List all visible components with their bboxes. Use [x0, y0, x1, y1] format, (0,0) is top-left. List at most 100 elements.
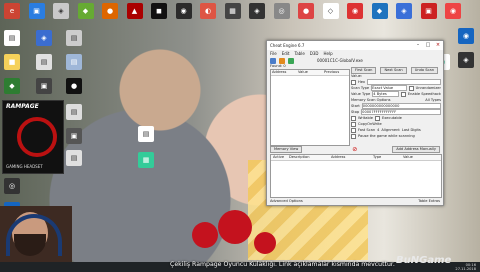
close-button[interactable]: ×: [433, 41, 443, 50]
app-icon[interactable]: ◈: [53, 3, 69, 19]
memory-view-button[interactable]: Memory View: [270, 146, 303, 153]
document-icon[interactable]: ▤: [66, 104, 82, 120]
found-count: Found: 0: [270, 64, 286, 68]
app-icon[interactable]: ●: [102, 3, 118, 19]
menu-help[interactable]: Help: [324, 51, 333, 56]
maximize-button[interactable]: □: [423, 41, 433, 50]
app-icon[interactable]: ◉: [175, 3, 192, 19]
undo-scan-button[interactable]: Undo Scan: [410, 66, 438, 74]
first-scan-button[interactable]: First Scan: [351, 66, 377, 74]
menu-edit[interactable]: Edit: [282, 51, 290, 56]
app-icon[interactable]: ▣: [28, 3, 45, 19]
system-tray-clock[interactable]: 00:16 27.11.2018: [455, 263, 476, 271]
toolbar: 00001C1C-GlobalV.exe: [267, 56, 443, 65]
open-file-icon[interactable]: [279, 57, 285, 64]
menu-d3d[interactable]: D3D: [310, 51, 319, 56]
app-icon[interactable]: ▲: [126, 3, 143, 19]
app-icon[interactable]: ▣: [66, 128, 82, 144]
next-scan-button[interactable]: Next Scan: [380, 66, 407, 74]
hex-label: Hex: [358, 80, 365, 84]
app-icon[interactable]: ◆: [77, 3, 94, 19]
col-active[interactable]: Active: [271, 155, 287, 160]
flower-decoration: [192, 222, 218, 248]
scan-type-label: Scan Type: [351, 86, 370, 90]
pause-game-label: Pause the game while scanning: [358, 134, 415, 138]
advanced-options-link[interactable]: Advanced Options: [270, 199, 303, 203]
value-type-label: Value Type: [351, 92, 371, 96]
document-icon[interactable]: ▤: [4, 30, 20, 46]
folder-icon[interactable]: ■: [4, 54, 20, 70]
app-icon[interactable]: ◆: [371, 3, 388, 19]
pause-game-checkbox[interactable]: [351, 133, 356, 139]
app-icon[interactable]: ◉: [347, 3, 363, 19]
app-icon[interactable]: ▦: [224, 3, 241, 19]
last-digits-label: Last Digits: [401, 128, 421, 132]
app-icon[interactable]: ◉: [445, 3, 461, 19]
app-icon[interactable]: ◎: [273, 3, 290, 19]
col-address[interactable]: Address: [329, 155, 371, 160]
col-value[interactable]: Value: [401, 155, 433, 160]
webcam-overlay: [0, 206, 72, 262]
app-icon[interactable]: ◈: [36, 30, 52, 46]
app-icon[interactable]: ▣: [420, 3, 437, 19]
app-icon[interactable]: ◼: [151, 3, 167, 19]
address-list[interactable]: Active Description Address Type Value: [270, 154, 442, 198]
app-icon[interactable]: ◉: [458, 28, 474, 44]
col-value[interactable]: Value: [297, 70, 323, 75]
document-icon[interactable]: ▤: [66, 54, 82, 70]
fast-scan-checkbox[interactable]: [351, 127, 356, 133]
app-icon[interactable]: ●: [298, 3, 314, 19]
browser-icon[interactable]: e: [4, 3, 20, 19]
writable-label: Writable: [358, 116, 373, 120]
headset-image: [17, 117, 57, 157]
memory-scan-options: Memory Scan Options: [351, 98, 391, 102]
menu-file[interactable]: File: [270, 51, 277, 56]
ad-text: GAMING HEADSET: [6, 164, 43, 169]
hex-checkbox[interactable]: [351, 79, 356, 85]
steam-icon[interactable]: ◎: [4, 178, 20, 194]
app-icon[interactable]: ◈: [249, 3, 265, 19]
app-icon[interactable]: ▦: [138, 152, 154, 168]
app-icon[interactable]: ◆: [4, 78, 20, 94]
app-icon[interactable]: ◇: [322, 3, 339, 19]
copyonwrite-label: CopyOnWrite: [358, 122, 382, 126]
app-icon[interactable]: ▣: [36, 78, 52, 94]
save-icon[interactable]: [288, 57, 294, 64]
all-types-select[interactable]: All Types: [425, 98, 441, 102]
clear-list-icon[interactable]: ⊘: [352, 146, 357, 153]
clock-date: 27.11.2018: [455, 267, 476, 271]
window-title: Cheat Engine 6.7: [270, 43, 305, 48]
col-description[interactable]: Description: [287, 155, 329, 160]
window-titlebar[interactable]: Cheat Engine 6.7 – □ ×: [267, 41, 443, 50]
col-address[interactable]: Address: [271, 70, 297, 75]
app-icon[interactable]: ◈: [396, 3, 412, 19]
col-type[interactable]: Type: [371, 155, 401, 160]
flower-decoration: [254, 232, 276, 254]
document-icon[interactable]: ▤: [66, 30, 82, 46]
copyonwrite-checkbox[interactable]: [351, 121, 356, 127]
cheat-engine-window: Cheat Engine 6.7 – □ × File Edit Table D…: [266, 40, 444, 206]
writable-checkbox[interactable]: [351, 115, 356, 121]
app-icon[interactable]: ◐: [200, 3, 216, 19]
status-bar: Advanced Options Table Extras: [270, 198, 440, 204]
value-type-select[interactable]: 4 Bytes: [372, 91, 399, 97]
document-icon[interactable]: ▤: [138, 126, 154, 142]
open-process-icon[interactable]: [270, 57, 276, 64]
col-previous[interactable]: Previous: [323, 70, 349, 75]
document-icon[interactable]: ▤: [36, 54, 52, 70]
app-icon[interactable]: ●: [66, 78, 82, 94]
speedhack-label: Enable Speedhack: [407, 92, 441, 96]
minimize-button[interactable]: –: [413, 41, 423, 50]
table-extras-link[interactable]: Table Extras: [418, 199, 440, 203]
results-list[interactable]: Address Value Previous: [270, 69, 350, 146]
stop-input[interactable]: 00007FFFFFFFFFFF: [361, 109, 441, 115]
rampage-ad: RAMPAGE GAMING HEADSET: [2, 100, 64, 174]
executable-checkbox[interactable]: [374, 115, 380, 121]
fast-scan-value[interactable]: 4: [377, 128, 379, 132]
unrandomizer-checkbox[interactable]: [408, 85, 414, 91]
speedhack-checkbox[interactable]: [400, 91, 406, 97]
document-icon[interactable]: ▤: [66, 150, 82, 166]
menu-table[interactable]: Table: [294, 51, 304, 56]
app-icon[interactable]: ◈: [458, 52, 474, 68]
add-address-button[interactable]: Add Address Manually: [392, 146, 440, 153]
